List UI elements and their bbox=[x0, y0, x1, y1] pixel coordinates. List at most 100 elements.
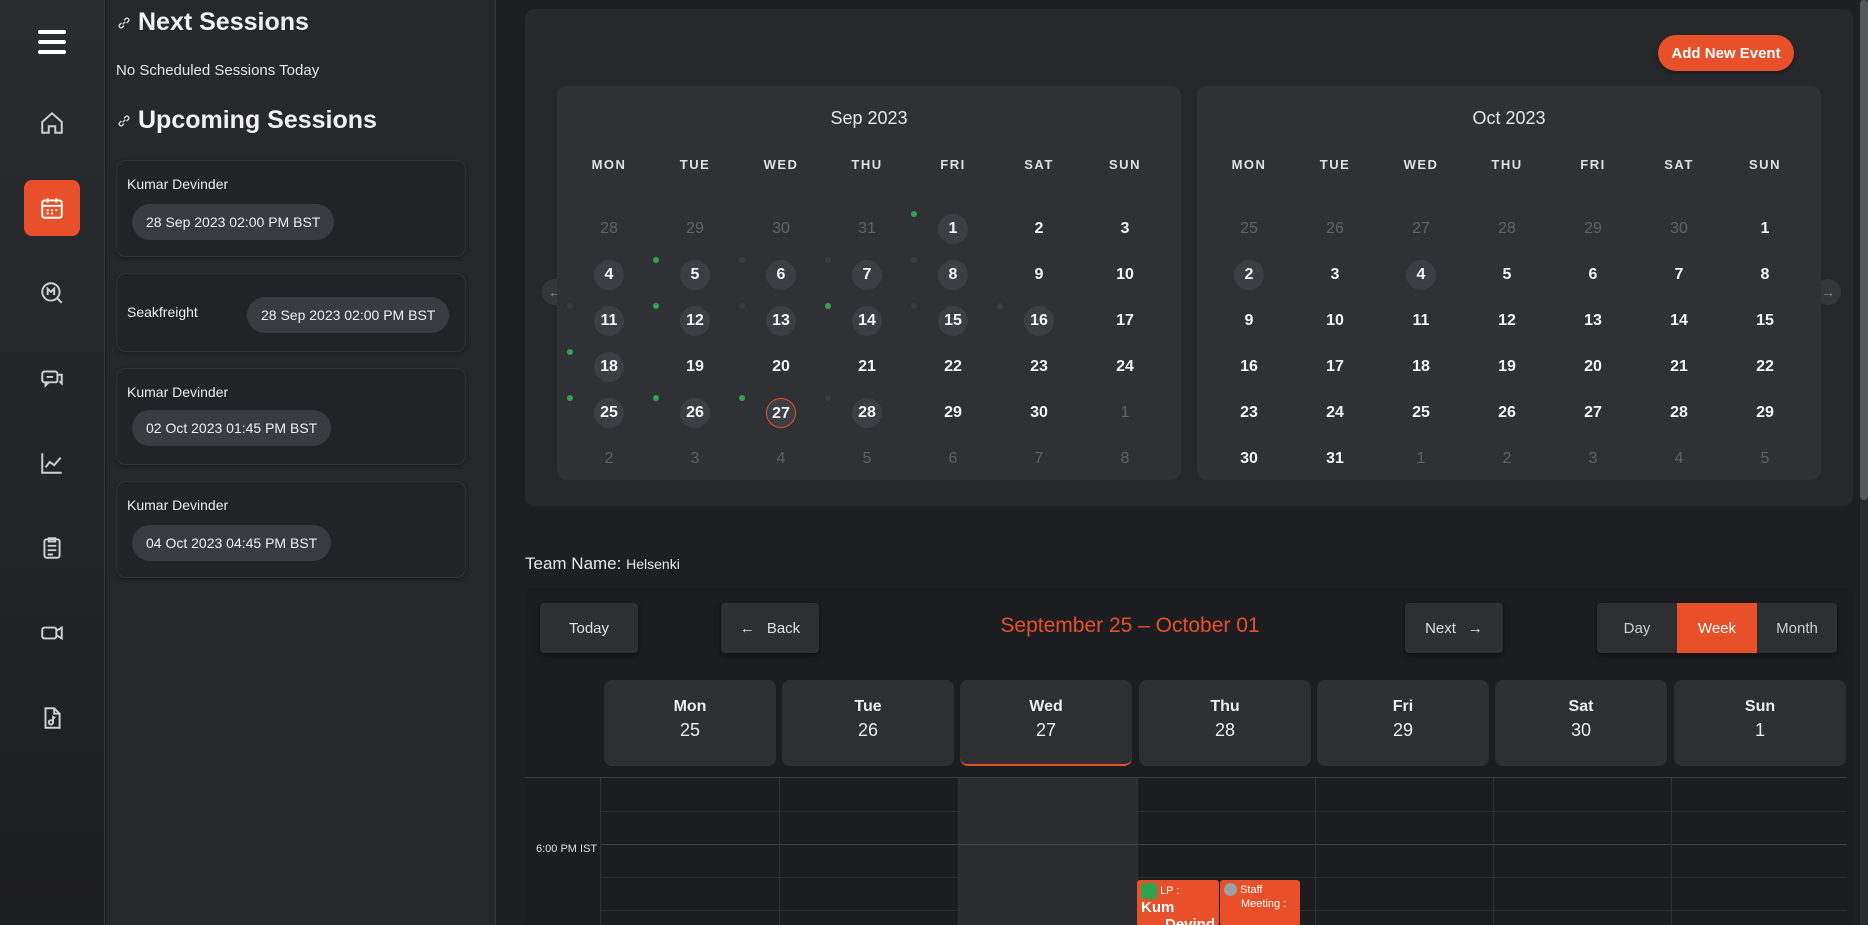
calendar-day[interactable]: 20 bbox=[766, 352, 796, 382]
calendar-day[interactable]: 21 bbox=[852, 352, 882, 382]
calendar-day[interactable]: 3 bbox=[1110, 214, 1140, 244]
day-column-header[interactable]: Sun 1 bbox=[1674, 680, 1846, 766]
calendar-day[interactable]: 5 bbox=[680, 260, 710, 290]
calendar-day[interactable]: 7 bbox=[852, 260, 882, 290]
back-button[interactable]: ← Back bbox=[721, 603, 819, 653]
calendar-day[interactable]: 9 bbox=[1234, 306, 1264, 336]
calendar-day[interactable]: 3 bbox=[1320, 260, 1350, 290]
calendar-day[interactable]: 29 bbox=[938, 398, 968, 428]
today-button[interactable]: Today bbox=[540, 603, 638, 653]
calendar-day[interactable]: 30 bbox=[1234, 444, 1264, 474]
calendar-day[interactable]: 15 bbox=[1750, 306, 1780, 336]
calendar-day[interactable]: 5 bbox=[1492, 260, 1522, 290]
calendar-day[interactable]: 10 bbox=[1320, 306, 1350, 336]
calendar-day[interactable]: 18 bbox=[1406, 352, 1436, 382]
calendar-day[interactable]: 17 bbox=[1320, 352, 1350, 382]
calendar-day[interactable]: 6 bbox=[1578, 260, 1608, 290]
calendar-day-outside: 4 bbox=[776, 450, 786, 467]
calendar-day[interactable]: 22 bbox=[1750, 352, 1780, 382]
menu-icon[interactable] bbox=[38, 30, 66, 56]
calendar-day[interactable]: 10 bbox=[1110, 260, 1140, 290]
day-column-header[interactable]: Mon 25 bbox=[604, 680, 776, 766]
calendar-day[interactable]: 23 bbox=[1024, 352, 1054, 382]
day-column-header[interactable]: Wed 27 bbox=[960, 680, 1132, 766]
view-day-button[interactable]: Day bbox=[1597, 603, 1677, 653]
page-scrollbar[interactable] bbox=[1860, 0, 1868, 925]
calendar-day[interactable]: 4 bbox=[594, 260, 624, 290]
add-new-event-button[interactable]: Add New Event bbox=[1658, 35, 1794, 71]
calendar-day[interactable]: 25 bbox=[594, 398, 624, 428]
calendar-day[interactable]: 26 bbox=[1492, 398, 1522, 428]
calendar-day[interactable]: 9 bbox=[1024, 260, 1054, 290]
calendar-day[interactable]: 11 bbox=[594, 306, 624, 336]
day-column-header[interactable]: Tue 26 bbox=[782, 680, 954, 766]
view-month-button[interactable]: Month bbox=[1757, 603, 1837, 653]
day-name: Sun bbox=[1744, 698, 1776, 715]
calendar-icon[interactable] bbox=[24, 180, 80, 236]
calendar-day[interactable]: 2 bbox=[1234, 260, 1264, 290]
home-icon[interactable] bbox=[24, 95, 80, 151]
session-card[interactable]: Seakfreight 28 Sep 2023 02:00 PM BST bbox=[116, 273, 466, 352]
calendar-day[interactable]: 8 bbox=[938, 260, 968, 290]
grid-col-line bbox=[600, 778, 601, 925]
calendar-day[interactable]: 23 bbox=[1234, 398, 1264, 428]
next-button[interactable]: Next → bbox=[1405, 603, 1503, 653]
video-icon[interactable] bbox=[24, 605, 80, 661]
calendar-day[interactable]: 28 bbox=[1664, 398, 1694, 428]
calendar-day[interactable]: 25 bbox=[1406, 398, 1436, 428]
calendar-day-outside: 29 bbox=[686, 220, 704, 237]
grid-col-line bbox=[958, 778, 959, 925]
calendar-day[interactable]: 12 bbox=[680, 306, 710, 336]
calendar-day[interactable]: 11 bbox=[1406, 306, 1436, 336]
day-column-header[interactable]: Thu 28 bbox=[1139, 680, 1311, 766]
session-card[interactable]: Kumar Devinder 28 Sep 2023 02:00 PM BST bbox=[116, 160, 466, 257]
calendar-day[interactable]: 28 bbox=[852, 398, 882, 428]
calendar-day[interactable]: 24 bbox=[1320, 398, 1350, 428]
calendar-day[interactable]: 8 bbox=[1750, 260, 1780, 290]
calendar-day[interactable]: 27 bbox=[766, 398, 796, 428]
calendar-day[interactable]: 22 bbox=[938, 352, 968, 382]
scrollbar-thumb[interactable] bbox=[1860, 0, 1868, 500]
calendar-day[interactable]: 21 bbox=[1664, 352, 1694, 382]
calendar-day[interactable]: 16 bbox=[1024, 306, 1054, 336]
calendar-day[interactable]: 19 bbox=[680, 352, 710, 382]
calendar-day[interactable]: 14 bbox=[852, 306, 882, 336]
calendar-day[interactable]: 12 bbox=[1492, 306, 1522, 336]
calendar-day[interactable]: 7 bbox=[1664, 260, 1694, 290]
month-oct-2023: Oct 2023 MON TUE WED THU FRI SAT SUN 25 26 27 28 29… bbox=[1197, 86, 1821, 480]
day-column-header[interactable]: Sat 30 bbox=[1495, 680, 1667, 766]
calendar-day[interactable]: 18 bbox=[594, 352, 624, 382]
calendar-event[interactable]: LP : Kum Devind bbox=[1137, 880, 1219, 925]
session-card[interactable]: Kumar Devinder 04 Oct 2023 04:45 PM BST bbox=[116, 481, 466, 578]
chart-icon[interactable] bbox=[24, 435, 80, 491]
calendar-day[interactable]: 30 bbox=[1024, 398, 1054, 428]
calendar-day-outside: 2 bbox=[604, 450, 614, 467]
session-card[interactable]: Kumar Devinder 02 Oct 2023 01:45 PM BST bbox=[116, 368, 466, 465]
music-file-icon[interactable] bbox=[24, 690, 80, 746]
calendar-day[interactable]: 19 bbox=[1492, 352, 1522, 382]
calendar-day[interactable]: 16 bbox=[1234, 352, 1264, 382]
calendar-day[interactable]: 1 bbox=[1750, 214, 1780, 244]
view-week-button[interactable]: Week bbox=[1677, 603, 1757, 653]
calendar-day[interactable]: 1 bbox=[938, 214, 968, 244]
calendar-day[interactable]: 17 bbox=[1110, 306, 1140, 336]
calendar-day[interactable]: 27 bbox=[1578, 398, 1608, 428]
calendar-day[interactable]: 13 bbox=[766, 306, 796, 336]
calendar-day[interactable]: 31 bbox=[1320, 444, 1350, 474]
calendar-day[interactable]: 15 bbox=[938, 306, 968, 336]
calendar-day[interactable]: 6 bbox=[766, 260, 796, 290]
calendar-day[interactable]: 2 bbox=[1024, 214, 1054, 244]
calendar-day[interactable]: 29 bbox=[1750, 398, 1780, 428]
calendar-day[interactable]: 24 bbox=[1110, 352, 1140, 382]
calendar-day[interactable]: 20 bbox=[1578, 352, 1608, 382]
next-sessions-title: Next Sessions bbox=[138, 8, 309, 36]
calendar-day[interactable]: 14 bbox=[1664, 306, 1694, 336]
calendar-day[interactable]: 4 bbox=[1406, 260, 1436, 290]
clipboard-icon[interactable] bbox=[24, 520, 80, 576]
calendar-day[interactable]: 26 bbox=[680, 398, 710, 428]
metrics-icon[interactable] bbox=[24, 265, 80, 321]
calendar-day[interactable]: 13 bbox=[1578, 306, 1608, 336]
day-column-header[interactable]: Fri 29 bbox=[1317, 680, 1489, 766]
chat-icon[interactable] bbox=[24, 350, 80, 406]
calendar-event[interactable]: Staff Meeting : bbox=[1220, 880, 1300, 925]
